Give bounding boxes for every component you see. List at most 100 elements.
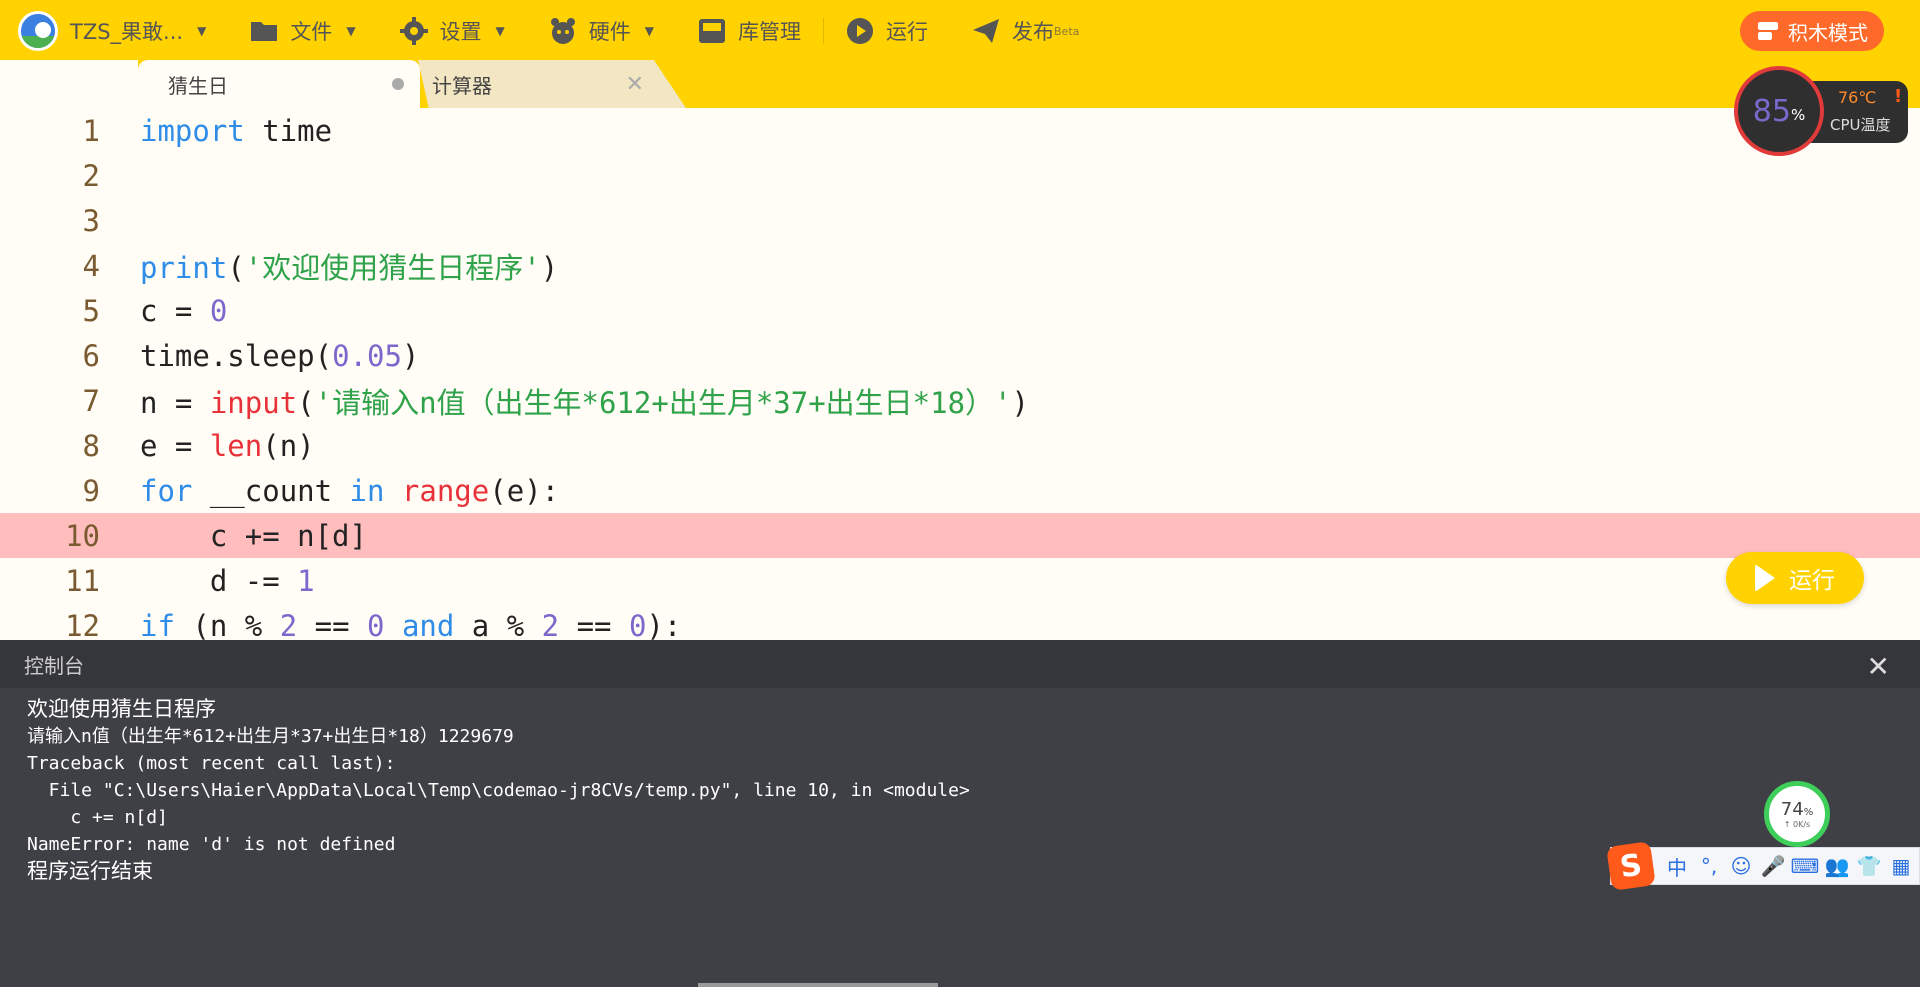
memory-usage-unit: % [1803, 807, 1814, 818]
close-tab-icon[interactable]: ✕ [626, 72, 644, 97]
play-circle-icon [846, 17, 874, 45]
line-number: 2 [82, 158, 100, 193]
line-number: 7 [82, 383, 100, 418]
settings-menu-label: 设置 [439, 20, 482, 44]
inbox-icon [698, 17, 726, 45]
code-editor[interactable]: 1 import time 2 3 4 print('欢迎使用猜生日程序') 5… [0, 108, 1920, 640]
warning-icon: ! [1894, 86, 1903, 107]
user-avatar [18, 11, 58, 51]
console-line: 欢迎使用猜生日程序 [27, 697, 216, 721]
close-icon[interactable]: ✕ [1867, 650, 1890, 683]
memory-usage-value: 74 [1780, 799, 1804, 820]
memory-usage: 74% [1781, 799, 1813, 820]
console-line: c += n[d] [27, 807, 168, 828]
publish-menu-label: 发布 [1012, 20, 1055, 44]
cpu-usage-unit: % [1790, 106, 1806, 124]
gear-icon [399, 17, 428, 45]
cpu-usage-gauge: 85 % [1734, 66, 1824, 156]
network-monitor-widget[interactable]: 74% ↑ 0K/s [1764, 781, 1830, 847]
hardware-menu[interactable]: 硬件 ▼ [527, 0, 676, 62]
code-line: 2 [0, 153, 1920, 198]
tab-label: 计算器 [432, 73, 492, 98]
blocks-icon [1756, 19, 1780, 43]
code-text: if (n % 2 == 0 and a % 2 == 0): [140, 608, 682, 641]
line-number: 12 [65, 608, 100, 641]
users-icon[interactable]: 👥 [1821, 851, 1853, 881]
microphone-icon[interactable]: 🎤 [1757, 851, 1789, 881]
chevron-down-icon: ▼ [197, 24, 207, 38]
folder-icon [250, 17, 278, 45]
blocks-mode-button[interactable]: 积木模式 [1740, 11, 1884, 51]
unsaved-dot-icon [392, 78, 404, 90]
blocks-mode-label: 积木模式 [1788, 20, 1868, 45]
code-line: 7 n = input('请输入n值（出生年*612+出生月*37+出生日*18… [0, 378, 1920, 423]
run-menu[interactable]: 运行 [824, 0, 950, 62]
robot-icon [549, 17, 577, 45]
play-icon [1755, 564, 1775, 592]
line-number: 1 [82, 113, 100, 148]
code-text: time.sleep(0.05) [140, 338, 420, 373]
cpu-monitor-widget[interactable]: 85 % 76℃ ! CPU温度 [1734, 66, 1910, 156]
line-number: 9 [82, 473, 100, 508]
hardware-menu-label: 硬件 [588, 20, 631, 44]
network-speed: ↑ 0K/s [1783, 820, 1811, 829]
line-number: 8 [82, 428, 100, 463]
tab-label: 猜生日 [168, 73, 228, 98]
line-number: 3 [82, 203, 100, 238]
file-menu[interactable]: 文件 ▼ [228, 0, 377, 62]
library-menu-label: 库管理 [738, 20, 802, 44]
settings-menu[interactable]: 设置 ▼ [378, 0, 527, 62]
code-line: 4 print('欢迎使用猜生日程序') [0, 243, 1920, 288]
code-line: 3 [0, 198, 1920, 243]
console-line: File "C:\Users\Haier\AppData\Local\Temp\… [27, 780, 970, 801]
beta-badge: Beta [1054, 24, 1080, 38]
code-line: 5 c = 0 [0, 288, 1920, 333]
grid-menu-icon[interactable]: ▦ [1885, 851, 1917, 881]
run-button[interactable]: 运行 [1726, 552, 1864, 604]
skin-icon[interactable]: 👕 [1853, 851, 1885, 881]
paper-plane-icon [972, 17, 1000, 45]
line-number: 5 [82, 293, 100, 328]
app-window: TZS_果敢... ▼ 文件 ▼ 设置 ▼ 硬件 ▼ 库管理 运行 发布 Bet… [0, 0, 1920, 987]
run-button-label: 运行 [1789, 568, 1835, 594]
user-name: TZS_果敢... [70, 20, 184, 44]
emoji-icon[interactable]: ☺ [1725, 851, 1757, 881]
library-menu[interactable]: 库管理 [676, 0, 823, 62]
main-menu: TZS_果敢... ▼ 文件 ▼ 设置 ▼ 硬件 ▼ 库管理 运行 发布 Bet… [0, 0, 1101, 62]
chevron-down-icon: ▼ [346, 24, 356, 38]
code-line: 6 time.sleep(0.05) [0, 333, 1920, 378]
chevron-down-icon: ▼ [495, 24, 505, 38]
ime-toolbar: S 中 °, ☺ 🎤 ⌨ 👥 👕 ▦ [1606, 841, 1920, 891]
code-line-error: 10 c += n[d] [0, 513, 1920, 558]
cpu-usage-value: 85 [1752, 93, 1791, 129]
code-text: c = 0 [140, 293, 228, 328]
chinese-mode-icon[interactable]: 中 [1661, 851, 1693, 881]
line-number: 6 [82, 338, 100, 373]
file-menu-label: 文件 [290, 20, 333, 44]
console-title: 控制台 [24, 653, 84, 678]
tab-calculator[interactable]: 计算器 ✕ [418, 60, 686, 108]
code-text: c += n[d] [140, 518, 367, 553]
scrollbar-thumb[interactable] [698, 983, 938, 987]
console-panel: 控制台 ✕ 欢迎使用猜生日程序 请输入n值（出生年*612+出生月*37+出生日… [0, 640, 1920, 987]
sogou-logo-icon[interactable]: S [1606, 841, 1656, 891]
code-text: import time [140, 113, 333, 148]
code-text: n = input('请输入n值（出生年*612+出生月*37+出生日*18）'… [140, 385, 1029, 420]
code-text: for __count in range(e): [140, 473, 560, 508]
cpu-temperature-label: CPU温度 [1830, 116, 1891, 134]
run-menu-label: 运行 [886, 20, 929, 44]
tab-bar-spacer [0, 60, 138, 108]
code-line: 8 e = len(n) [0, 423, 1920, 468]
code-text: d -= 1 [140, 563, 315, 598]
line-number: 11 [65, 563, 100, 598]
keyboard-icon[interactable]: ⌨ [1789, 851, 1821, 881]
tab-guess-birthday[interactable]: 猜生日 [138, 60, 420, 108]
code-text: e = len(n) [140, 428, 315, 463]
console-line: Traceback (most recent call last): [27, 753, 396, 774]
publish-menu[interactable]: 发布 Beta [950, 0, 1101, 62]
code-line: 9 for __count in range(e): [0, 468, 1920, 513]
user-menu[interactable]: TZS_果敢... ▼ [0, 0, 228, 62]
punctuation-icon[interactable]: °, [1693, 851, 1725, 881]
line-number: 4 [82, 248, 100, 283]
code-line: 1 import time [0, 108, 1920, 153]
